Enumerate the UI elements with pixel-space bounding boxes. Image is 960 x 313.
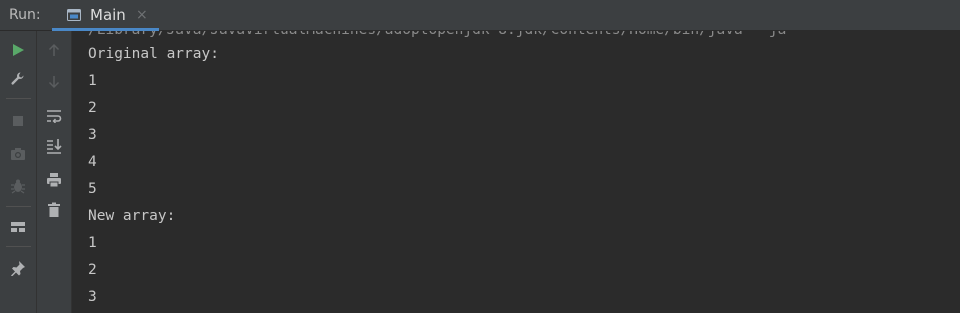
run-label: Run:	[9, 7, 41, 23]
console-line: 4	[88, 154, 97, 170]
pin-icon-glyph	[11, 261, 25, 276]
console-line: 2	[88, 100, 97, 116]
scroll-to-end-icon-glyph	[47, 139, 62, 154]
arrow-down-icon-glyph	[48, 76, 60, 89]
pin-icon[interactable]	[7, 257, 29, 279]
print-icon-glyph	[47, 173, 61, 188]
arrow-down-icon[interactable]	[43, 71, 65, 93]
camera-icon[interactable]	[7, 143, 29, 165]
stop-icon[interactable]	[7, 110, 29, 132]
console-toolbar	[37, 31, 72, 313]
console-line: 3	[88, 127, 97, 143]
trash-icon[interactable]	[43, 199, 65, 221]
soft-wrap-icon[interactable]	[43, 105, 65, 127]
scroll-to-end-icon[interactable]	[43, 135, 65, 157]
console-line: 2	[88, 262, 97, 278]
tab-label: Main	[90, 6, 126, 24]
debug-bug-icon[interactable]	[7, 175, 29, 197]
soft-wrap-icon-glyph	[47, 110, 62, 123]
arrow-up-icon-glyph	[48, 43, 60, 56]
run-left-toolbar	[0, 31, 37, 313]
wrench-icon[interactable]	[7, 68, 29, 90]
wrench-icon-glyph	[11, 72, 24, 85]
tab-main[interactable]: Main ×	[52, 0, 159, 31]
toolbar-separator	[6, 246, 31, 247]
run-header: Run: Main ×	[0, 0, 960, 31]
run-icon[interactable]	[7, 39, 29, 61]
camera-icon-glyph	[11, 148, 25, 160]
toolbar-separator	[6, 206, 31, 207]
run-tool-window: Run: Main × Original array: 1 2 3 4 5 Ne…	[0, 0, 960, 313]
console-line: 1	[88, 235, 97, 251]
console-output[interactable]: /Library/Java/JavaVirtualMachines/adopto…	[72, 31, 960, 313]
console-line: 1	[88, 73, 97, 89]
stop-icon-glyph	[13, 116, 23, 126]
close-icon[interactable]: ×	[136, 7, 148, 23]
application-config-icon	[67, 9, 81, 21]
console-line: 3	[88, 289, 97, 305]
print-icon[interactable]	[43, 169, 65, 191]
toolbar-separator	[6, 98, 31, 99]
console-line: New array:	[88, 208, 176, 224]
console-line: 5	[88, 181, 97, 197]
layout-icon-glyph	[11, 222, 25, 232]
console-line: Original array:	[88, 46, 219, 62]
run-icon-glyph	[13, 44, 24, 56]
arrow-up-icon[interactable]	[43, 39, 65, 61]
trash-icon-glyph	[48, 202, 60, 217]
command-line: /Library/Java/JavaVirtualMachines/adopto…	[88, 31, 786, 40]
layout-icon[interactable]	[7, 216, 29, 238]
debug-bug-icon-glyph	[11, 179, 25, 194]
